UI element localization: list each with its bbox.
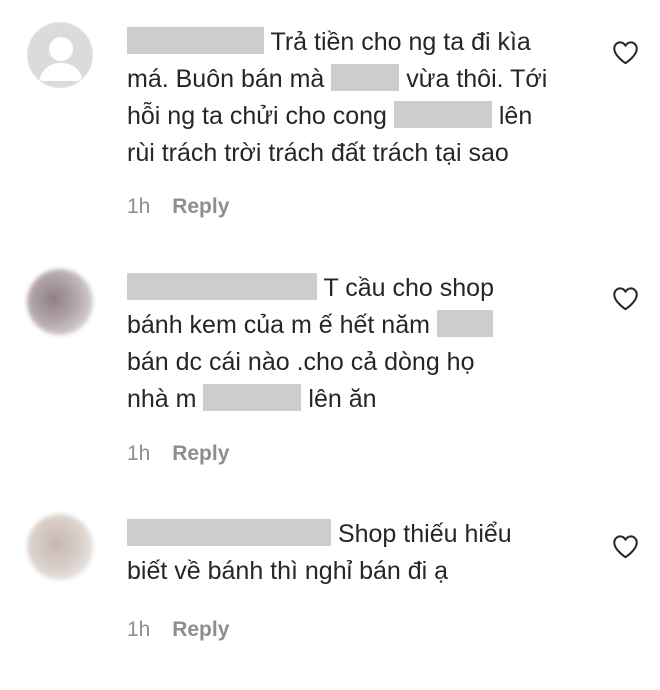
avatar[interactable] <box>27 514 93 580</box>
comment-text-segment: má. Buôn bán mà <box>127 65 325 93</box>
comment-text: Shop thiếu hiểu biết về bánh thì nghỉ bá… <box>127 516 512 590</box>
comment-text-segment: Trả tiền cho ng ta đi kìa <box>270 28 531 56</box>
comment-text-segment: nhà m <box>127 385 197 413</box>
heart-icon[interactable] <box>612 534 639 559</box>
comment-text-segment: lên ăn <box>308 385 377 413</box>
comment-text: T cầu cho shop bánh kem của m ế hết năm … <box>127 270 494 418</box>
avatar[interactable] <box>27 269 93 335</box>
comment-meta: 1h Reply <box>127 442 229 466</box>
comment-text-segment: lên <box>498 102 533 130</box>
redacted-username[interactable] <box>127 27 264 54</box>
comment-text-segment: T cầu cho shop <box>323 274 494 302</box>
comment-text-segment: vừa thôi. Tới <box>406 65 548 93</box>
comment-meta: 1h Reply <box>127 195 229 219</box>
comment-text-segment: rùi trách trời trách đất trách tại sao <box>127 139 509 167</box>
comment-text-segment: hỗi ng ta chửi cho cong <box>127 102 387 130</box>
redacted-username[interactable] <box>127 519 331 546</box>
comment-text-segment: biết về bánh thì nghỉ bán đi ạ <box>127 557 449 585</box>
redacted-word <box>436 310 493 337</box>
reply-button[interactable]: Reply <box>172 195 229 218</box>
comment-meta: 1h Reply <box>127 618 229 642</box>
reply-button[interactable]: Reply <box>172 442 229 465</box>
comment-text-segment: bánh kem của m ế hết năm <box>127 311 430 339</box>
redacted-username[interactable] <box>127 273 317 300</box>
timestamp: 1h <box>127 618 151 641</box>
heart-icon[interactable] <box>612 40 639 65</box>
redacted-word <box>393 101 492 128</box>
redacted-word <box>203 384 302 411</box>
timestamp: 1h <box>127 442 151 465</box>
comment-text: Trả tiền cho ng ta đi kìa má. Buôn bán m… <box>127 24 547 172</box>
timestamp: 1h <box>127 195 151 218</box>
default-avatar-icon <box>39 37 83 81</box>
comment-text-segment: bán dc cái nào .cho cả dòng họ <box>127 348 475 376</box>
avatar[interactable] <box>27 22 93 88</box>
heart-icon[interactable] <box>612 286 639 311</box>
redacted-word <box>331 64 400 91</box>
reply-button[interactable]: Reply <box>172 618 229 641</box>
comment-text-segment: Shop thiếu hiểu <box>337 520 512 548</box>
